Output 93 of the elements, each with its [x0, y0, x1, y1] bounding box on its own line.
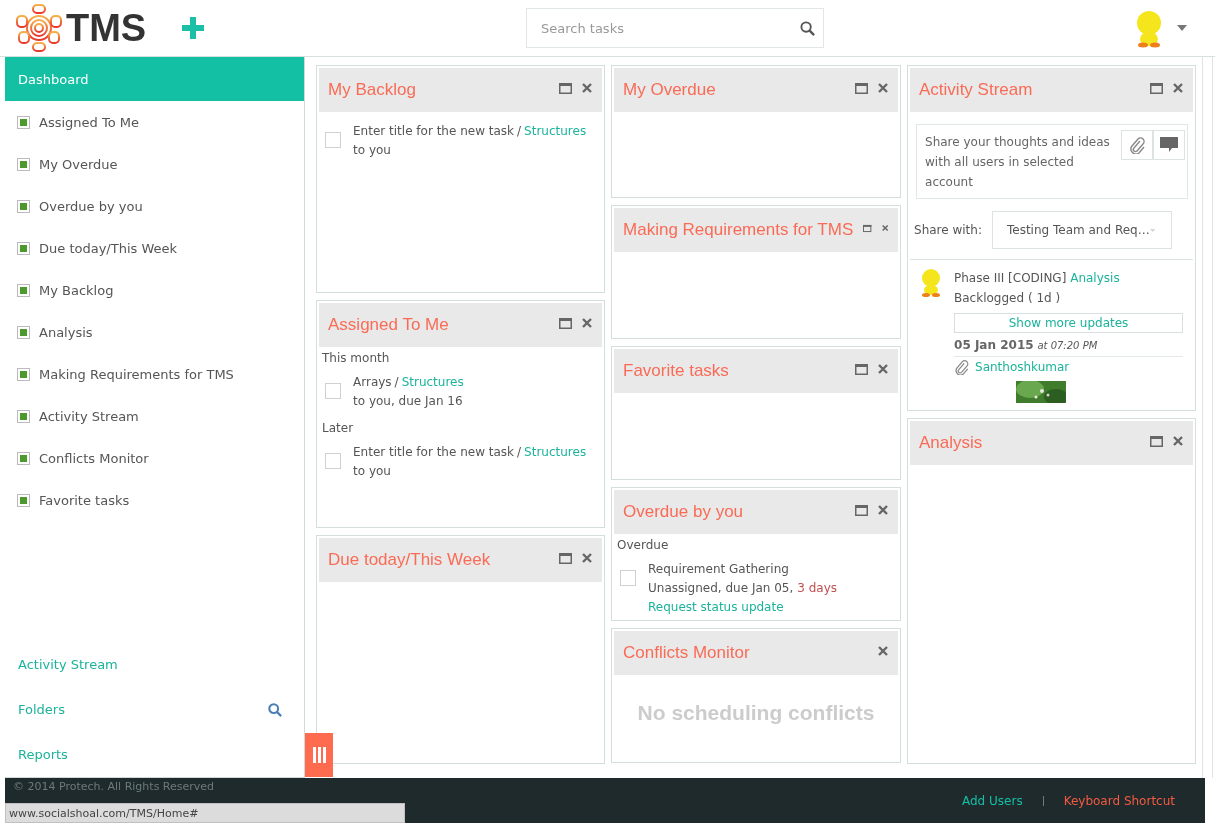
- footer-link[interactable]: Add Users: [962, 793, 1023, 808]
- search-icon[interactable]: [800, 20, 815, 36]
- share-select[interactable]: Testing Team and Req…: [992, 211, 1172, 249]
- footer-link[interactable]: Keyboard Shortcut: [1063, 793, 1175, 808]
- widget-title: My Backlog: [328, 80, 416, 100]
- task-checkbox[interactable]: [325, 453, 342, 469]
- widget-title: Overdue by you: [623, 502, 744, 522]
- phase-text: Phase III [CODING]: [954, 271, 1067, 285]
- sidebar-item[interactable]: Activity Stream: [5, 395, 305, 437]
- separator-text: /: [394, 375, 399, 389]
- update-time: at 07:20 PM: [1037, 340, 1098, 351]
- square-icon: [17, 115, 30, 129]
- maximize-icon[interactable]: [559, 318, 573, 329]
- close-icon[interactable]: [1173, 83, 1184, 93]
- close-icon[interactable]: [1173, 436, 1184, 446]
- close-icon[interactable]: [582, 83, 593, 93]
- attach-button[interactable]: [1121, 130, 1154, 160]
- group-label: Later: [321, 420, 355, 435]
- share-field[interactable]: Share your thoughts and ideas with all users in selected account: [916, 124, 1189, 199]
- separator-text: /: [517, 124, 522, 138]
- square-icon: [17, 325, 30, 339]
- task-detail: to you, due Jan 16: [353, 394, 463, 408]
- square-icon: [17, 409, 30, 423]
- task-title[interactable]: Arrays: [353, 375, 392, 389]
- task-detail: to you: [353, 464, 391, 478]
- sidebar-item[interactable]: My Overdue: [5, 143, 305, 185]
- status-url: www.socialshoal.com/TMS/Home#: [5, 803, 405, 823]
- close-icon[interactable]: [582, 553, 593, 563]
- maximize-icon[interactable]: [559, 83, 573, 94]
- widget-title: Activity Stream: [919, 80, 1033, 100]
- widget-title: My Overdue: [623, 80, 716, 100]
- task-title[interactable]: Enter title for the new task: [353, 445, 515, 459]
- close-icon[interactable]: [878, 505, 889, 515]
- close-icon[interactable]: [878, 646, 889, 656]
- widget-title: Due today/This Week: [328, 550, 491, 570]
- widget-title: Assigned To Me: [328, 315, 449, 335]
- close-icon[interactable]: [881, 223, 889, 233]
- maximize-icon[interactable]: [559, 553, 573, 564]
- sidebar-item[interactable]: My Backlog: [5, 269, 305, 311]
- maximize-icon[interactable]: [1150, 436, 1164, 447]
- task-title[interactable]: Requirement Gathering: [648, 562, 789, 576]
- sidebar-item[interactable]: Due today/This Week: [5, 227, 305, 269]
- task-checkbox[interactable]: [620, 570, 637, 586]
- square-icon: [17, 283, 30, 297]
- maximize-icon[interactable]: [863, 223, 872, 234]
- maximize-icon[interactable]: [1150, 83, 1164, 94]
- sidebar-item[interactable]: Favorite tasks: [5, 479, 305, 521]
- task-detail: Unassigned, due Jan 05,: [648, 581, 794, 595]
- widget-title: Analysis: [919, 433, 983, 453]
- square-icon: [17, 493, 30, 507]
- share-label: Share with:: [914, 223, 982, 237]
- task-title[interactable]: Enter title for the new task: [353, 124, 515, 138]
- square-icon: [17, 199, 30, 213]
- paperclip-icon: [1129, 136, 1146, 154]
- close-icon[interactable]: [878, 83, 889, 93]
- paperclip-icon: [954, 359, 970, 375]
- task-checkbox[interactable]: [325, 132, 342, 148]
- logo-text: TMS: [66, 6, 147, 50]
- sidebar-item[interactable]: Analysis: [5, 311, 305, 353]
- sidebar-item[interactable]: Overdue by you: [5, 185, 305, 227]
- square-icon: [17, 157, 30, 171]
- search-field[interactable]: Search tasks: [526, 8, 824, 48]
- caret-icon[interactable]: [1177, 25, 1187, 31]
- sidebar-item[interactable]: Assigned To Me: [5, 101, 305, 143]
- maximize-icon[interactable]: [855, 364, 869, 375]
- square-icon: [17, 241, 30, 255]
- widget-title: Making Requirements for TMS: [623, 220, 854, 240]
- maximize-icon[interactable]: [855, 83, 869, 94]
- copyright-text: © 2014 Protech. All Rights Reserved: [13, 780, 215, 793]
- group-label: This month: [321, 350, 391, 365]
- maximize-icon[interactable]: [855, 505, 869, 516]
- group-label: Overdue: [616, 537, 670, 552]
- close-icon[interactable]: [582, 318, 593, 328]
- search-icon[interactable]: [268, 702, 283, 717]
- comment-button[interactable]: [1153, 130, 1186, 160]
- separator-text: /: [517, 445, 522, 459]
- caret-icon: [1149, 227, 1155, 233]
- status-text: Backlogged ( 1d ): [954, 290, 1062, 307]
- sidebar-item[interactable]: Making Requirements for TMS: [5, 353, 305, 395]
- task-checkbox[interactable]: [325, 383, 342, 399]
- logo-icon: [14, 3, 64, 53]
- collapse-handle[interactable]: [305, 733, 334, 777]
- scrollbar[interactable]: [1202, 57, 1213, 778]
- close-icon[interactable]: [878, 364, 889, 374]
- square-icon: [17, 451, 30, 465]
- late-text: 3 days: [797, 581, 838, 595]
- task-detail: to you: [353, 143, 391, 157]
- widget-title: Favorite tasks: [623, 361, 729, 381]
- square-icon: [17, 367, 30, 381]
- widget-title: Conflicts Monitor: [623, 643, 750, 663]
- comment-icon: [1160, 137, 1179, 153]
- update-date: 05 Jan 2015: [954, 338, 1034, 352]
- sidebar-item[interactable]: Conflicts Monitor: [5, 437, 305, 479]
